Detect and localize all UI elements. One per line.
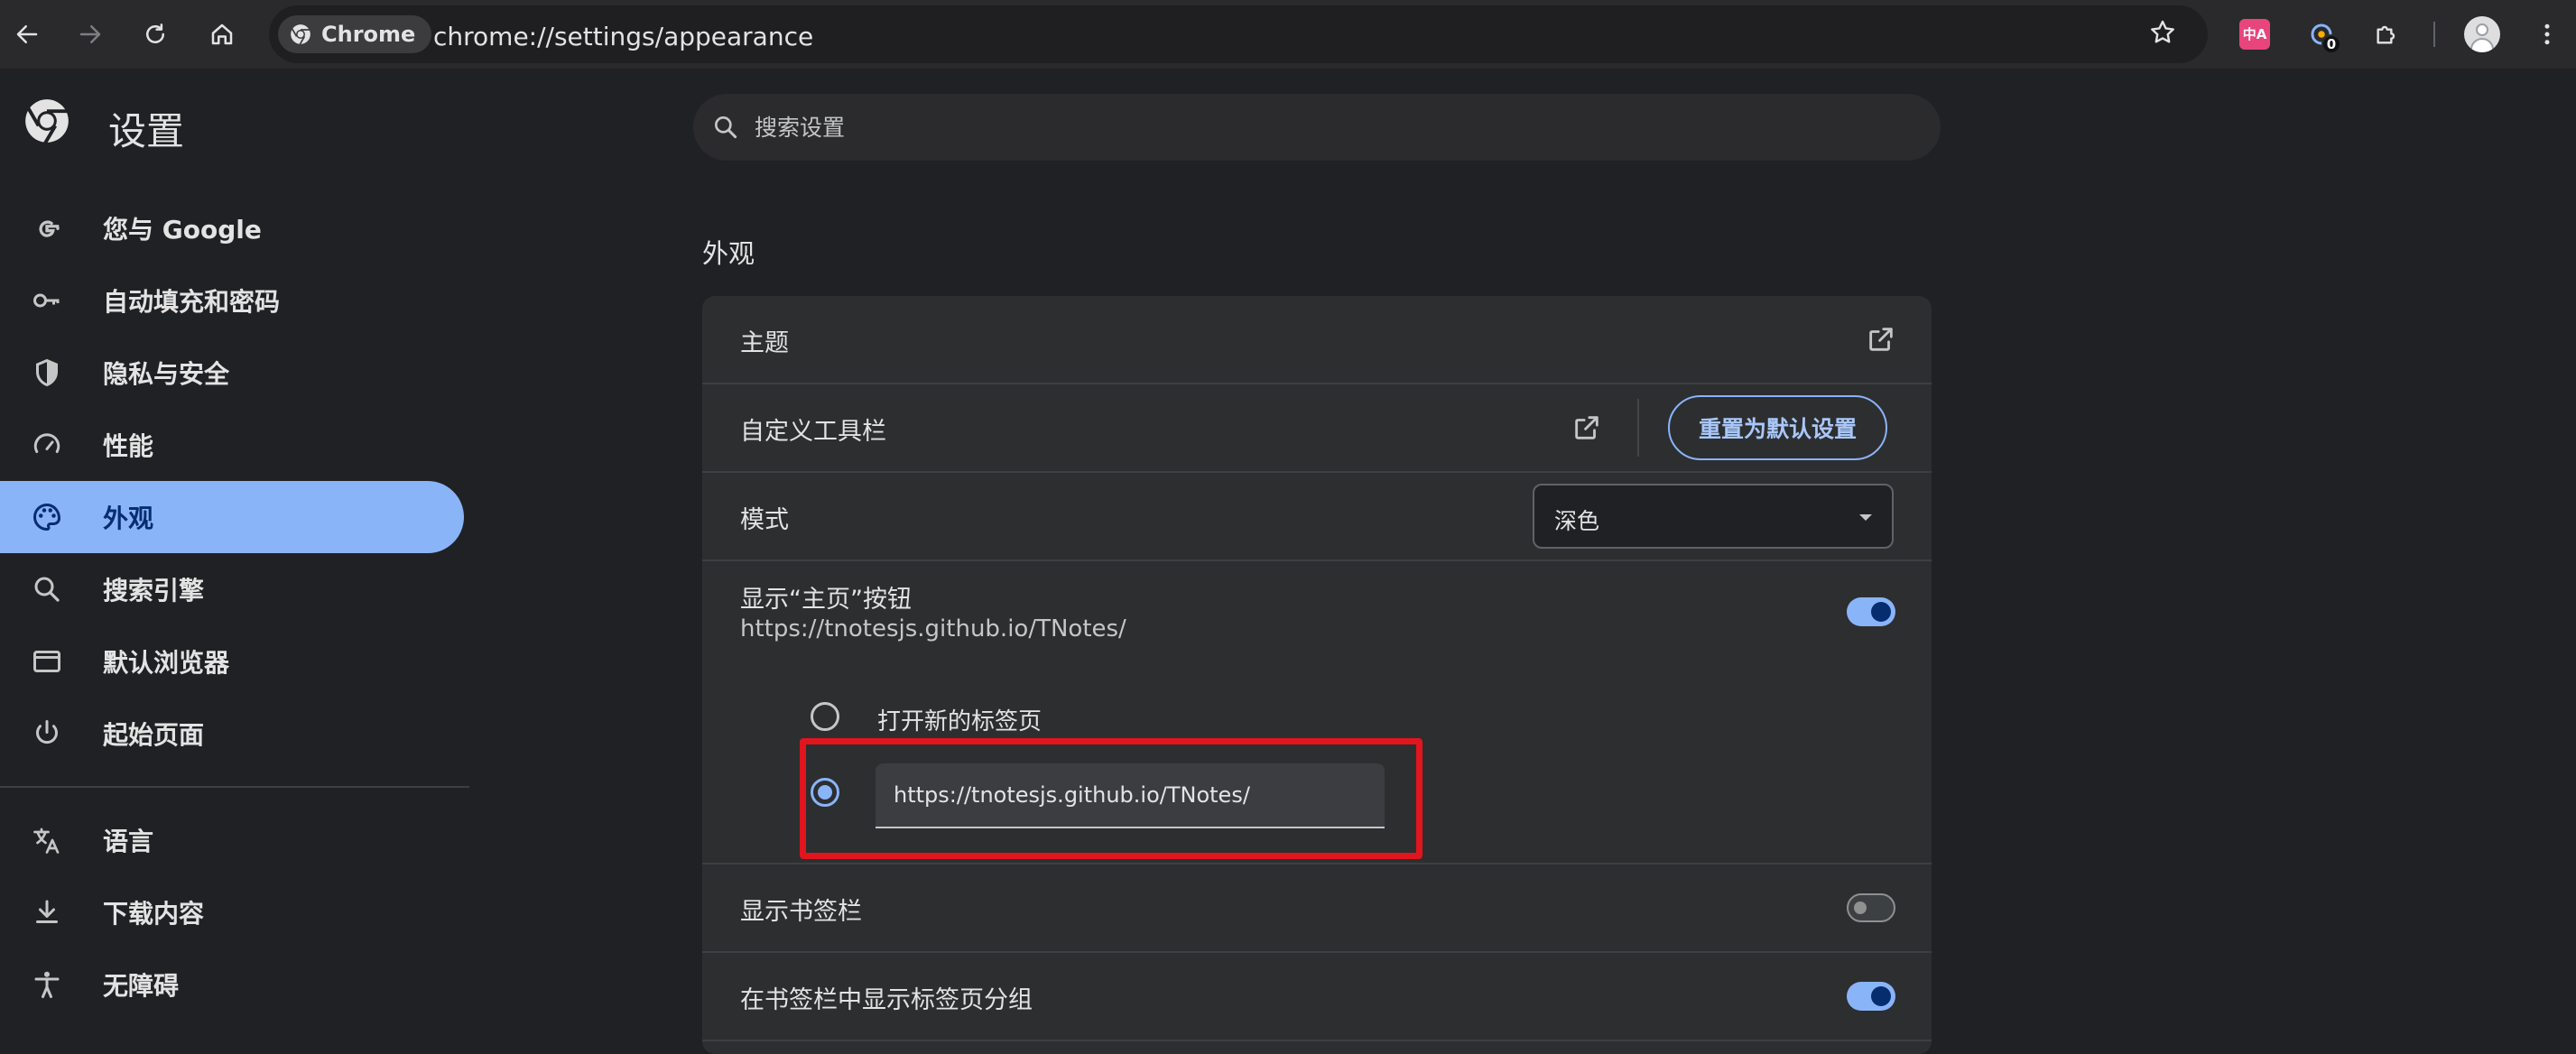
bookmarks-bar-toggle[interactable] — [1847, 893, 1895, 922]
vertical-divider — [1637, 399, 1639, 457]
radio-new-tab-label: 打开新的标签页 — [877, 708, 1042, 735]
tab-groups-label: 在书签栏中显示标签页分组 — [740, 986, 1033, 1014]
google-icon — [31, 212, 63, 245]
section-title: 外观 — [702, 238, 755, 269]
url-text[interactable]: chrome://settings/appearance — [433, 22, 813, 51]
theme-label: 主题 — [740, 329, 789, 357]
chrome-logo-icon — [25, 99, 69, 144]
sidebar-item-label: 语言 — [103, 827, 154, 856]
sidebar-item-privacy[interactable]: 隐私与安全 — [0, 337, 464, 409]
sidebar-item-label: 下载内容 — [103, 899, 205, 929]
arrow-left-icon — [16, 25, 38, 43]
tab-groups-row[interactable]: 在书签栏中显示标签页分组 — [702, 953, 1932, 1040]
chrome-logo-icon — [291, 24, 310, 45]
customize-toolbar-open-external[interactable] — [1569, 410, 1605, 446]
theme-open-external[interactable] — [1863, 321, 1899, 357]
sidebar-item-label: 外观 — [103, 504, 154, 533]
sidebar-item-startup[interactable]: 起始页面 — [0, 698, 464, 770]
radio-custom-url[interactable] — [811, 778, 839, 807]
sidebar-item-default-browser[interactable]: 默认浏览器 — [0, 625, 464, 698]
sidebar-item-performance[interactable]: 性能 — [0, 409, 464, 481]
dropdown-caret-icon — [1859, 514, 1872, 521]
sidebar-item-label: 您与 Google — [103, 215, 262, 245]
sidebar-item-downloads[interactable]: 下载内容 — [0, 876, 464, 948]
reset-to-default-button[interactable]: 重置为默认设置 — [1668, 395, 1888, 460]
bookmark-star-button[interactable] — [2143, 13, 2182, 52]
site-info-chip[interactable]: Chrome — [278, 15, 432, 53]
translate-extension-button[interactable]: 中A — [2235, 14, 2275, 54]
settings-search[interactable] — [693, 94, 1941, 161]
extension-button[interactable]: 0 — [2302, 14, 2341, 54]
open-in-new-icon — [1575, 416, 1598, 439]
page-title: 设置 — [108, 109, 185, 153]
forward-button[interactable] — [70, 14, 110, 54]
power-icon — [31, 717, 63, 750]
bookmarks-bar-row[interactable]: 显示书签栏 — [702, 864, 1932, 951]
open-in-new-icon — [1869, 328, 1893, 351]
home-button-url: https://tnotesjs.github.io/TNotes/ — [740, 615, 1126, 643]
reload-button[interactable] — [135, 14, 175, 54]
reload-icon — [146, 23, 164, 43]
download-icon — [31, 896, 63, 929]
mode-select[interactable]: 深色 — [1533, 484, 1894, 549]
home-button-row[interactable]: 显示“主页”按钮 https://tnotesjs.github.io/TNot… — [702, 561, 1932, 662]
sidebar-item-accessibility[interactable]: 无障碍 — [0, 948, 464, 1021]
translate-extension-icon: 中A — [2239, 19, 2270, 50]
home-icon — [211, 23, 233, 45]
browser-toolbar: Chrome chrome://settings/appearance 中A 0 — [0, 0, 2576, 69]
star-icon — [2151, 20, 2174, 43]
chrome-menu-button[interactable] — [2527, 14, 2567, 54]
sidebar-item-search-engine[interactable]: 搜索引擎 — [0, 553, 464, 625]
back-button[interactable] — [7, 14, 47, 54]
browser-window-icon — [31, 645, 63, 678]
sidebar-item-label: 自动填充和密码 — [103, 287, 281, 317]
settings-logo — [23, 97, 70, 144]
sidebar-item-you-and-google[interactable]: 您与 Google — [0, 192, 464, 264]
toolbar-divider — [2433, 22, 2435, 47]
sidebar-item-label: 起始页面 — [103, 720, 205, 750]
speedometer-icon — [31, 429, 63, 461]
sidebar-item-label: 性能 — [103, 431, 154, 461]
translate-icon — [31, 824, 63, 856]
home-button[interactable] — [202, 14, 242, 54]
row-divider — [702, 1040, 1932, 1041]
extensions-menu-button[interactable] — [2367, 14, 2406, 54]
search-input[interactable] — [753, 94, 1908, 161]
arrow-right-icon — [79, 25, 101, 43]
search-icon — [715, 116, 737, 139]
puzzle-icon — [2377, 25, 2395, 44]
home-button-label: 显示“主页”按钮 — [740, 586, 912, 614]
bookmarks-bar-label: 显示书签栏 — [740, 898, 862, 926]
extension-badge: 0 — [2321, 34, 2341, 54]
radio-new-tab[interactable] — [811, 702, 839, 731]
theme-row[interactable]: 主题 — [702, 296, 1932, 383]
shield-icon — [31, 356, 63, 389]
sidebar-item-languages[interactable]: 语言 — [0, 804, 464, 876]
home-button-toggle[interactable] — [1847, 597, 1895, 626]
customize-toolbar-label: 自定义工具栏 — [740, 418, 886, 446]
custom-url-input[interactable] — [876, 763, 1385, 828]
mode-row: 模式 深色 — [702, 473, 1932, 559]
mode-select-value: 深色 — [1554, 508, 1600, 534]
key-icon — [31, 284, 63, 317]
appearance-card: 主题 自定义工具栏 重置为默认设置 模式 深色 显示“主页”按钮 https:/… — [702, 296, 1932, 1054]
sidebar-item-label: 无障碍 — [103, 971, 180, 1001]
sidebar-item-appearance[interactable]: 外观 — [0, 481, 464, 553]
sidebar-divider — [0, 786, 469, 788]
search-icon — [31, 573, 63, 606]
chip-label: Chrome — [321, 22, 416, 47]
profile-avatar[interactable] — [2464, 16, 2500, 52]
address-bar[interactable]: Chrome chrome://settings/appearance — [269, 5, 2208, 63]
tab-groups-toggle[interactable] — [1847, 982, 1895, 1011]
mode-label: 模式 — [740, 506, 789, 534]
sidebar-item-label: 默认浏览器 — [103, 648, 230, 678]
sidebar-item-label: 搜索引擎 — [103, 576, 205, 606]
more-vert-icon — [2544, 23, 2550, 45]
settings-sidebar: 您与 Google 自动填充和密码 隐私与安全 性能 外观 搜索引擎 默认浏览器… — [0, 192, 469, 1021]
customize-toolbar-row: 自定义工具栏 重置为默认设置 — [702, 384, 1932, 471]
accessibility-icon — [31, 968, 63, 1001]
sidebar-item-label: 隐私与安全 — [103, 359, 230, 389]
sidebar-item-autofill[interactable]: 自动填充和密码 — [0, 264, 464, 337]
palette-icon — [31, 501, 63, 533]
